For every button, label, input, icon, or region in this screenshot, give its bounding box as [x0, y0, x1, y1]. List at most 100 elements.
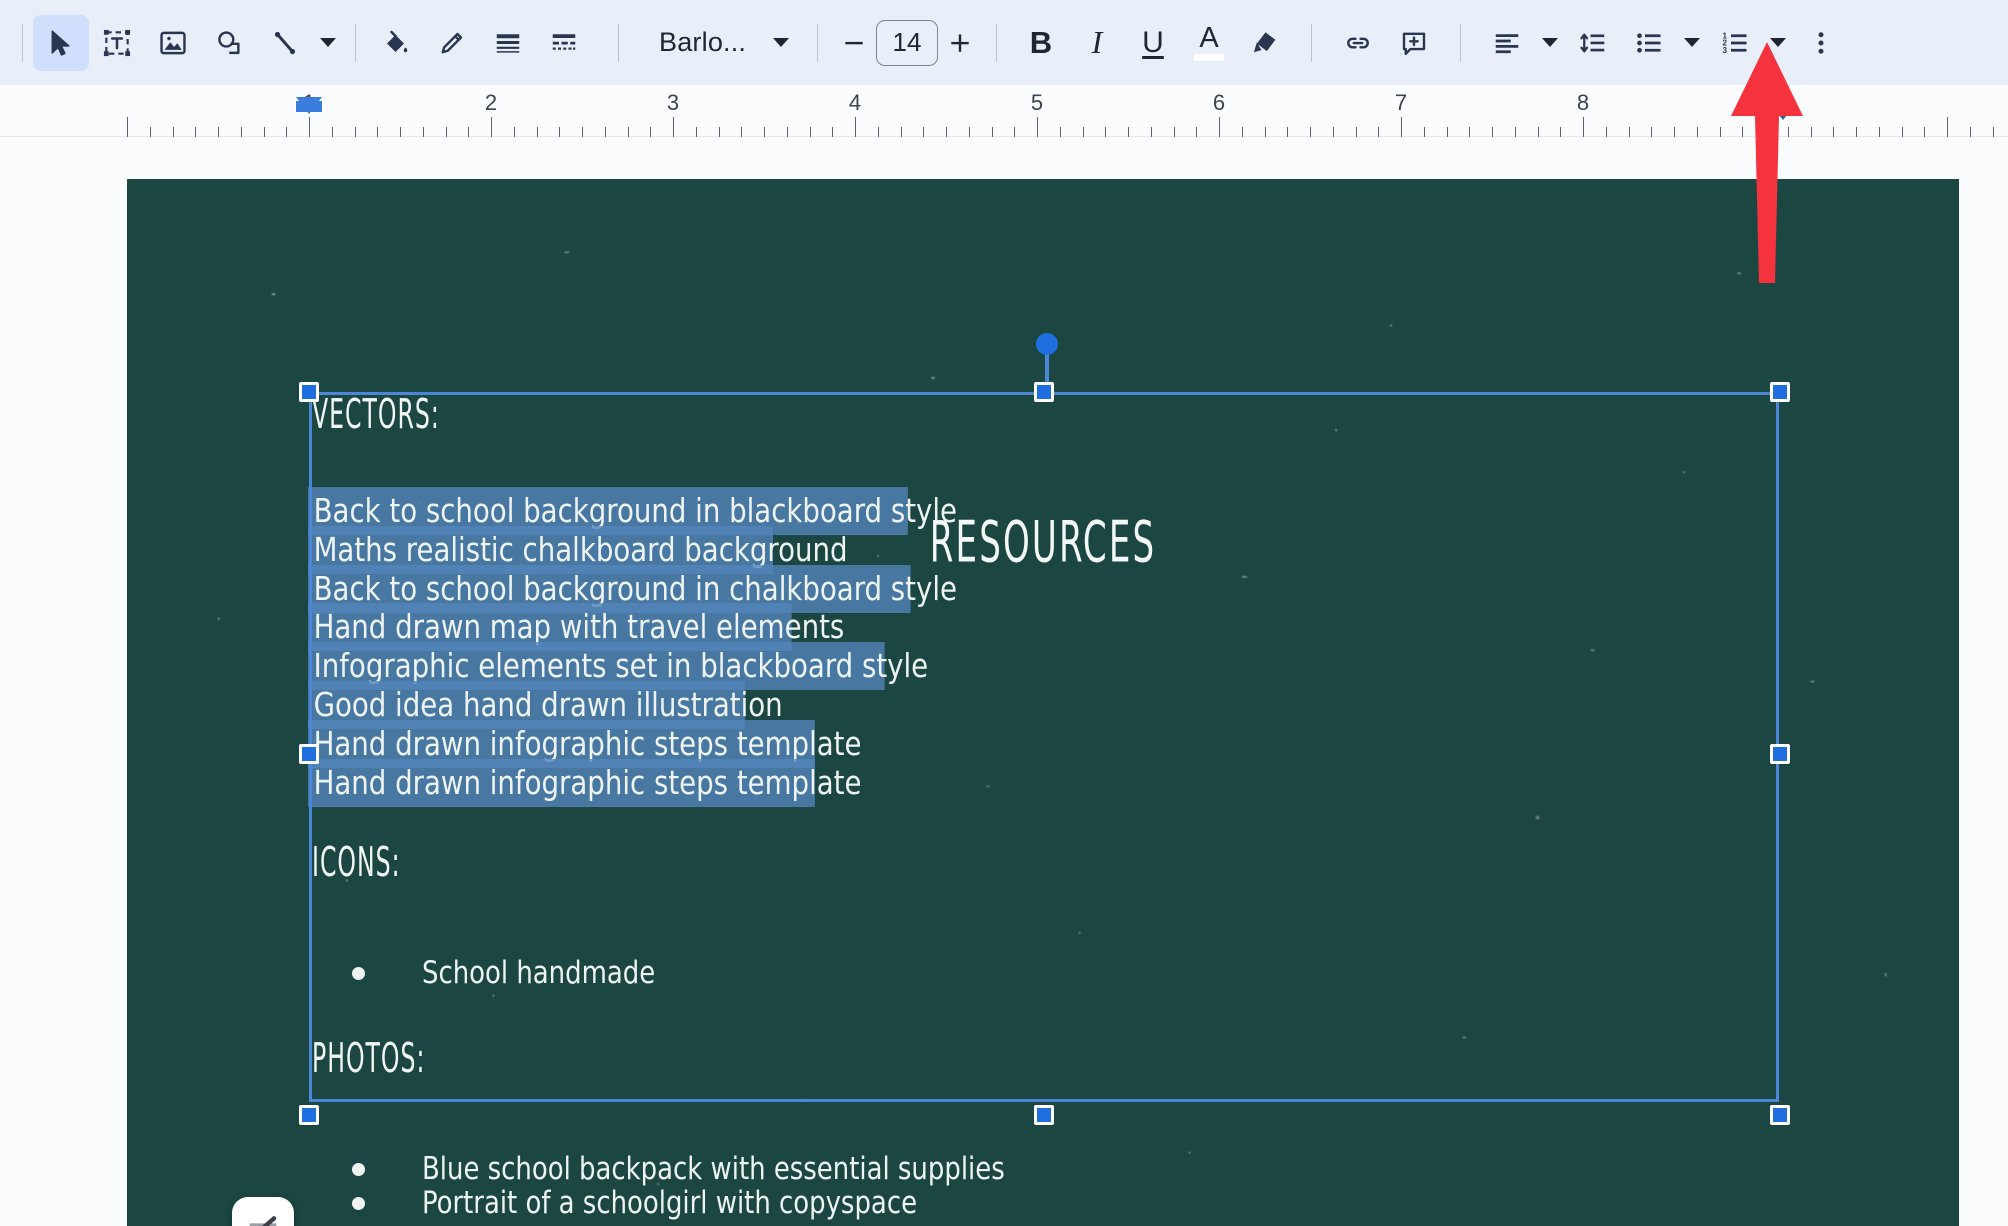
resize-handle-bottom-left[interactable] — [299, 1105, 319, 1125]
list-item[interactable]: Hand drawn infographic steps template — [308, 758, 861, 807]
border-color-tool[interactable] — [424, 15, 480, 71]
ruler-tick — [1969, 127, 1971, 137]
underline-label: U — [1142, 25, 1164, 59]
line-tool-dropdown[interactable] — [313, 15, 343, 71]
ruler-tick — [1128, 127, 1129, 137]
line-tool[interactable] — [257, 15, 313, 71]
align-button[interactable] — [1479, 15, 1535, 71]
numbered-list-button[interactable]: 1 2 3 — [1707, 15, 1763, 71]
rotation-handle[interactable] — [1036, 333, 1058, 355]
font-size-input[interactable] — [876, 19, 938, 66]
hide-markup-toggle[interactable] — [232, 1197, 294, 1226]
decrease-font-size-button[interactable] — [832, 21, 876, 65]
ruler-tick — [1264, 127, 1266, 137]
minus-icon — [845, 41, 863, 44]
toolbar-divider — [618, 23, 619, 62]
insert-image-tool[interactable] — [145, 15, 201, 71]
increase-font-size-button[interactable] — [938, 21, 982, 65]
ruler-tick — [127, 117, 128, 137]
ruler-tick — [377, 127, 379, 137]
ruler-tick — [1651, 127, 1653, 137]
editor-toolbar: Barlo... B I U A — [0, 0, 2008, 85]
ruler-tick — [1878, 127, 1880, 137]
more-options-button[interactable] — [1793, 15, 1849, 71]
ruler-tick — [218, 127, 219, 137]
ruler-tick — [1833, 127, 1835, 137]
ruler-tick — [900, 127, 902, 137]
ruler-tick — [1492, 127, 1493, 137]
ruler-label: 8 — [1576, 90, 1590, 115]
resize-handle-top-center[interactable] — [1034, 382, 1054, 402]
ruler-tick — [195, 127, 197, 137]
list-item[interactable]: Blue school backpack with essential supp… — [352, 1151, 1049, 1187]
markup-off-icon — [249, 1216, 277, 1226]
list-item[interactable]: Portrait of a schoolgirl with copyspace — [352, 1185, 954, 1221]
font-family-select[interactable]: Barlo... — [645, 17, 795, 69]
bold-button[interactable]: B — [1013, 15, 1069, 71]
toolbar-divider — [1311, 23, 1312, 62]
ruler-tick — [240, 127, 242, 137]
border-dash-tool[interactable] — [536, 15, 592, 71]
ruler-tick — [1082, 127, 1084, 137]
resize-handle-top-right[interactable] — [1770, 382, 1790, 402]
ruler-tick — [263, 127, 265, 137]
shapes-tool[interactable] — [201, 15, 257, 71]
ruler-tick — [673, 117, 674, 137]
italic-button[interactable]: I — [1069, 15, 1125, 71]
horizontal-ruler[interactable]: 123456789 — [0, 85, 2008, 137]
section-heading: VECTORS: — [312, 389, 440, 439]
bulleted-list-button[interactable] — [1621, 15, 1677, 71]
resize-handle-middle-right[interactable] — [1770, 744, 1790, 764]
list-item-label: Blue school backpack with essential supp… — [422, 1151, 1005, 1188]
underline-button[interactable]: U — [1125, 15, 1181, 71]
ruler-label: 9 — [1758, 90, 1772, 115]
left-indent-marker[interactable] — [296, 97, 322, 114]
ruler-tick — [1037, 117, 1038, 137]
ruler-label: 5 — [1030, 90, 1044, 115]
chevron-down-icon — [320, 38, 336, 47]
ruler-tick — [1628, 127, 1630, 137]
highlight-color-button[interactable] — [1237, 15, 1293, 71]
ruler-tick — [1719, 127, 1721, 137]
ruler-tick — [1401, 117, 1402, 137]
toolbar-divider — [996, 23, 997, 62]
text-box-tool[interactable] — [89, 15, 145, 71]
resize-handle-middle-left[interactable] — [299, 744, 319, 764]
list-item[interactable]: School handmade — [352, 955, 673, 991]
resize-handle-top-left[interactable] — [299, 382, 319, 402]
ruler-tick — [331, 127, 333, 137]
ruler-tick — [946, 127, 947, 137]
ruler-tick — [286, 127, 288, 137]
ruler-tick — [1423, 127, 1425, 137]
text-color-button[interactable]: A — [1181, 15, 1237, 71]
ruler-tick — [1810, 127, 1812, 137]
resize-handle-bottom-center[interactable] — [1034, 1105, 1054, 1125]
select-tool[interactable] — [33, 14, 89, 71]
add-comment-button[interactable] — [1386, 15, 1442, 71]
ruler-tick — [1947, 117, 1948, 137]
numbered-list-icon: 1 2 3 — [1723, 31, 1747, 54]
right-indent-marker[interactable] — [1774, 109, 1792, 120]
bullet-icon — [352, 966, 365, 980]
align-dropdown[interactable] — [1535, 15, 1565, 71]
line-spacing-button[interactable] — [1565, 15, 1621, 71]
insert-link-button[interactable] — [1330, 15, 1386, 71]
ruler-tick — [1605, 127, 1607, 137]
more-vertical-icon — [1818, 31, 1824, 54]
ruler-tick — [718, 127, 720, 137]
ruler-tick — [1219, 117, 1220, 137]
toolbar-divider — [355, 23, 356, 62]
resize-handle-bottom-right[interactable] — [1770, 1105, 1790, 1125]
ruler-tick — [1696, 127, 1698, 137]
image-icon — [160, 31, 186, 54]
line-spacing-icon — [1580, 33, 1605, 52]
bulleted-list-icon — [1637, 32, 1661, 53]
toolbar-divider — [22, 23, 23, 62]
link-icon — [1347, 37, 1369, 48]
text-color-swatch — [1194, 54, 1224, 61]
fill-color-tool[interactable] — [368, 15, 424, 71]
ruler-tick — [741, 127, 743, 137]
border-weight-tool[interactable] — [480, 15, 536, 71]
numbered-list-dropdown[interactable] — [1763, 15, 1793, 71]
bulleted-list-dropdown[interactable] — [1677, 15, 1707, 71]
